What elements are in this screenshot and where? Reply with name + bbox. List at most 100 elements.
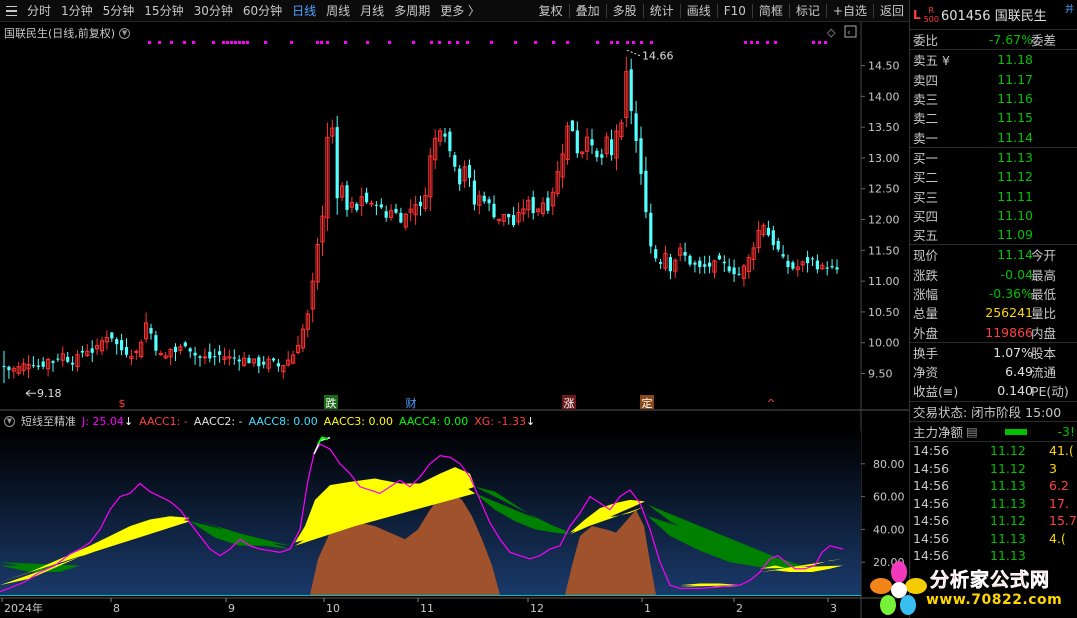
period-tab-2[interactable]: 5分钟	[98, 0, 140, 22]
menu-icon[interactable]	[0, 0, 22, 22]
event-marker-1: 跌	[326, 396, 337, 410]
date-tick-1: 8	[113, 602, 120, 615]
indicator-tick-1: 60.00	[873, 491, 905, 504]
chevron-left-icon[interactable]: ‹	[847, 28, 851, 38]
ask-row-0: 卖五 ¥11.18	[913, 52, 1033, 69]
flower-logo-icon	[870, 561, 927, 615]
chevron-down-icon[interactable]: ▼	[4, 415, 15, 427]
legend-aacc3: AACC3: 0.00	[323, 414, 393, 428]
legend-aacc1: AACC1: -	[139, 414, 188, 428]
tool-button-7[interactable]: 标记	[791, 0, 825, 22]
stock-code-name[interactable]: 601456 国联民生	[941, 5, 1047, 24]
tool-button-6[interactable]: 简框	[754, 0, 788, 22]
tick-row: 14:56 11.12 15.7	[913, 513, 1077, 529]
price-tick-0: 14.50	[868, 60, 900, 73]
stock-header: L R 500 601456 国联民生 并	[910, 0, 1077, 30]
stat-row-1: 净资 6.49 流通	[913, 364, 1057, 381]
date-tick-6: 1	[644, 602, 651, 615]
date-tick-0: 2024年	[4, 601, 43, 615]
date-tick-7: 2	[736, 602, 743, 615]
bid-row-1: 买二 11.12	[913, 169, 1033, 186]
tool-button-1[interactable]: 叠加	[571, 0, 605, 22]
period-tab-7[interactable]: 周线	[321, 0, 355, 22]
period-tab-9[interactable]: 多周期	[389, 0, 435, 22]
ask-row-4: 卖一 11.14	[913, 129, 1033, 146]
period-tab-6[interactable]: 日线	[287, 0, 321, 22]
tool-button-3[interactable]: 统计	[645, 0, 679, 22]
tick-row: 14:56 11.13 17.	[913, 495, 1069, 511]
legend-aacc2: AACC2: -	[193, 414, 243, 428]
bid-row-2: 买三 11.11	[913, 188, 1033, 205]
diamond-icon[interactable]: ◇	[827, 26, 836, 39]
ask-row-2: 卖三 11.16	[913, 91, 1033, 108]
date-tick-3: 10	[326, 602, 340, 615]
event-marker-2: 财	[406, 396, 417, 410]
low-price-label: 9.18	[37, 387, 62, 400]
period-tab-4[interactable]: 30分钟	[189, 0, 238, 22]
price-tick-4: 12.50	[868, 183, 900, 196]
period-tab-0[interactable]: 分时	[22, 0, 56, 22]
price-tick-9: 10.00	[868, 337, 900, 350]
table-icon[interactable]: ▤	[966, 424, 978, 439]
period-tab-8[interactable]: 月线	[355, 0, 389, 22]
tool-buttons: 复权 叠加 多股 统计 画线 F10 简框 标记 +自选 返回	[534, 0, 909, 22]
tool-button-4[interactable]: 画线	[682, 0, 716, 22]
ask-book: 卖五 ¥11.18 卖四 11.17 卖三 11.16 卖二 11.15 卖一 11.14	[910, 50, 1077, 146]
chart-title: 国联民生(日线,前复权) ▼	[4, 25, 131, 41]
tool-button-9[interactable]: 返回	[875, 0, 909, 22]
quote-stats: 现价 11.14 今开 涨跌 -0.04 最高 涨幅 -0.36% 最低 总量 256241 量比 外盘…	[910, 245, 1077, 341]
tool-button-0[interactable]: 复权	[534, 0, 568, 22]
period-tab-3[interactable]: 15分钟	[139, 0, 188, 22]
tick-row: 14:56 11.13 6.2	[913, 478, 1069, 494]
signal-dots	[148, 41, 827, 44]
tool-button-8[interactable]: +自选	[828, 0, 872, 22]
bid-row-3: 买四 11.10	[913, 207, 1033, 224]
chart-title-text: 国联民生(日线,前复权)	[4, 27, 116, 40]
tool-button-2[interactable]: 多股	[608, 0, 642, 22]
tool-button-5[interactable]: F10	[719, 0, 751, 22]
indicator-tick-0: 80.00	[873, 458, 905, 471]
date-tick-5: 12	[530, 602, 544, 615]
event-markers[interactable]: $ 跌 财 涨 定 ^	[119, 395, 776, 410]
date-tick-2: 9	[228, 602, 235, 615]
quote-row-3: 总量 256241 量比	[913, 305, 1057, 322]
event-marker-4: 定	[642, 396, 653, 410]
tick-list[interactable]: 14:56 11.12 41.(14:56 11.12 3 14:56 11.13 6.2 14…	[910, 442, 1077, 565]
chevron-down-icon[interactable]: ▼	[119, 27, 131, 39]
indicator-name[interactable]: 短线至精准	[21, 413, 76, 429]
legend-xg: XG: -1.33↓	[474, 414, 536, 428]
kline-chart[interactable]: 14.50 14.00 13.50 13.00 12.50 12.00 11.50 11.00…	[0, 22, 909, 618]
quote-panel: L R 500 601456 国联民生 并 委比 -7.67% 委差 卖五 ¥11…	[909, 0, 1077, 618]
period-tab-5[interactable]: 60分钟	[238, 0, 287, 22]
price-tick-10: 9.50	[868, 368, 893, 381]
stat-row-0: 换手 1.07% 股本	[913, 344, 1057, 361]
quote-row-2: 涨幅 -0.36% 最低	[913, 286, 1057, 302]
bid-row-0: 买一 11.13	[913, 149, 1033, 166]
r500-badge: R 500	[923, 5, 939, 24]
quote-row-1: 涨跌 -0.04 最高	[913, 266, 1057, 283]
event-marker-3: 涨	[564, 397, 575, 410]
period-tab-10[interactable]: 更多 〉	[435, 0, 485, 22]
legend-aacc4: AACC4: 0.00	[399, 414, 469, 428]
period-tab-1[interactable]: 1分钟	[56, 0, 98, 22]
stat-row-2: 收益(≡) 0.140 PE(动)	[913, 383, 1069, 400]
indicator-axis: 80.0060.0040.0020.00	[861, 458, 905, 569]
weibi-row: 委比 -7.67% 委差	[913, 32, 1057, 49]
chart-area[interactable]: 14.50 14.00 13.50 13.00 12.50 12.00 11.50 11.00…	[0, 22, 909, 618]
price-axis: 14.50 14.00 13.50 13.00 12.50 12.00 11.50 11.00…	[861, 60, 900, 381]
price-tick-2: 13.50	[868, 121, 900, 134]
price-tick-5: 12.00	[868, 214, 900, 227]
candlesticks: 9.18 14.66	[2, 49, 839, 400]
trade-status: 交易状态: 闭市阶段 15:00	[913, 404, 1062, 420]
ask-row-3: 卖二 11.15	[913, 110, 1033, 127]
legend-j: J: 25.04↓	[82, 414, 134, 428]
high-price-label: 14.66	[642, 50, 674, 63]
price-tick-3: 13.00	[868, 152, 900, 165]
event-marker-0: $	[119, 397, 126, 410]
tick-row: 14:56 11.12 41.(	[913, 443, 1074, 459]
date-tick-4: 11	[420, 602, 434, 615]
price-tick-8: 10.50	[868, 306, 900, 319]
date-tick-8: 3	[830, 602, 837, 615]
tick-row: 14:56 11.13 4.(	[913, 530, 1066, 546]
watermark-line2: www.70822.com	[926, 592, 1063, 608]
